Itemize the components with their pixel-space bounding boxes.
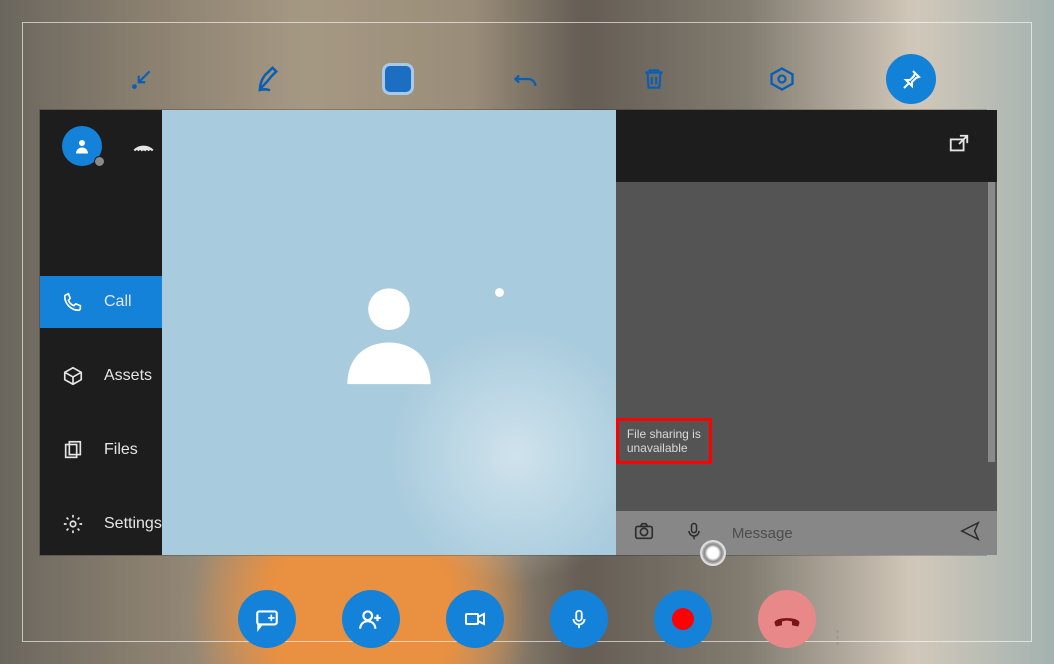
- arrow-collapse-icon[interactable]: [118, 55, 166, 103]
- sidebar-item-call[interactable]: Call: [40, 276, 162, 328]
- target-icon[interactable]: [758, 55, 806, 103]
- ink-icon[interactable]: [246, 55, 294, 103]
- user-avatar[interactable]: [62, 126, 102, 166]
- video-button[interactable]: [446, 590, 504, 648]
- chat-pane: File sharing is unavailable: [616, 110, 997, 555]
- file-sharing-tooltip: File sharing is unavailable: [616, 418, 712, 464]
- microphone-button[interactable]: [550, 590, 608, 648]
- trash-icon[interactable]: [630, 55, 678, 103]
- microphone-icon[interactable]: [684, 519, 704, 548]
- message-bar: [616, 511, 997, 555]
- sidebar-header: [40, 110, 162, 182]
- annotation-toolbar: [0, 44, 1054, 114]
- sidebar-spacer: [40, 182, 162, 254]
- app-window: Call Assets Files Settings: [40, 110, 986, 555]
- camera-indicator-badge: [700, 540, 726, 566]
- chat-body: File sharing is unavailable: [616, 182, 997, 511]
- chat-scrollbar[interactable]: [988, 182, 995, 462]
- sidebar-item-settings[interactable]: Settings: [40, 498, 162, 550]
- sidebar-item-label: Assets: [104, 367, 152, 385]
- camera-icon[interactable]: [632, 520, 656, 547]
- add-person-button[interactable]: [342, 590, 400, 648]
- popout-icon[interactable]: [947, 133, 971, 160]
- call-controls: [0, 590, 1054, 648]
- record-button[interactable]: [654, 590, 712, 648]
- video-glow: [386, 325, 646, 585]
- chat-header: [616, 110, 997, 182]
- broadcast-icon[interactable]: [130, 131, 156, 162]
- hangup-button[interactable]: [758, 590, 816, 648]
- sidebar-item-assets[interactable]: Assets: [40, 350, 162, 402]
- tooltip-line: File sharing is: [627, 427, 701, 441]
- sidebar-item-label: Files: [104, 441, 138, 459]
- tooltip-line: unavailable: [627, 441, 701, 455]
- sidebar-item-files[interactable]: Files: [40, 424, 162, 476]
- loading-dot: [495, 288, 504, 297]
- square-shape-icon[interactable]: [374, 55, 422, 103]
- video-area: [162, 110, 616, 555]
- pin-button[interactable]: [886, 54, 936, 104]
- send-icon[interactable]: [959, 520, 981, 547]
- record-dot-icon: [672, 608, 694, 630]
- sidebar-item-label: Call: [104, 293, 132, 311]
- undo-icon[interactable]: [502, 55, 550, 103]
- message-input[interactable]: [732, 525, 931, 542]
- presence-indicator: [94, 156, 105, 167]
- sidebar: Call Assets Files Settings: [40, 110, 162, 555]
- chat-button[interactable]: [238, 590, 296, 648]
- overflow-menu-icon[interactable]: [836, 630, 839, 645]
- sidebar-item-label: Settings: [104, 515, 162, 533]
